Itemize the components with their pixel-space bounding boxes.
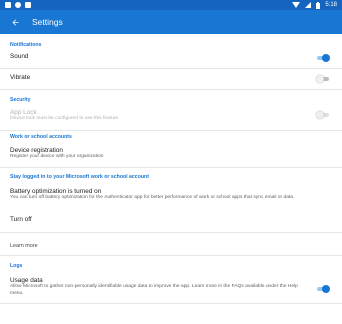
divider [0,303,342,304]
device-registration-subtitle: Register your device with your organizat… [10,154,104,159]
setting-row-app-lock[interactable]: App Lock Device lock must be configured … [0,103,342,126]
usage-data-subtitle: Allow Microsoft to gather non-personally… [10,284,298,296]
settings-list: Notifications Sound Vibrate Security App… [0,34,342,304]
status-bar: 5:18 [0,0,342,10]
status-time: 5:18 [325,2,337,8]
back-button[interactable] [8,15,22,29]
divider [0,130,342,131]
setting-row-device-registration[interactable]: Device registration Register your device… [0,140,342,165]
divider [0,89,342,90]
turn-off-button[interactable]: Turn off [0,204,342,226]
sound-label: Sound [10,53,29,60]
sound-toggle[interactable] [316,54,330,62]
status-right-icons: 5:18 [292,1,337,9]
signal-icon [305,2,312,8]
usage-data-label: Usage data [10,277,43,284]
document-icon [25,2,31,8]
app-lock-subtitle: Device lock must be configured to use th… [10,116,119,121]
turn-off-label: Turn off [10,216,32,223]
toggle-thumb [322,285,330,293]
app-lock-label: App Lock [10,109,37,116]
app-bar: Settings [0,10,342,34]
divider [0,167,342,168]
vibrate-label: Vibrate [10,74,31,81]
toggle-thumb [322,54,330,62]
battery-optimization-label: Battery optimization is turned on [10,188,102,195]
arrow-back-icon [12,19,18,25]
battery-optimization-subtitle: You can turn off battery optimization fo… [10,195,295,200]
wifi-icon [292,2,301,8]
usage-data-toggle[interactable] [316,285,330,293]
setting-row-usage-data[interactable]: Usage data Allow Microsoft to gather non… [0,269,342,301]
page-title: Settings [32,17,63,27]
setting-row-vibrate[interactable]: Vibrate [0,69,342,89]
learn-more-link[interactable]: Learn more [0,243,342,249]
device-registration-label: Device registration [10,147,63,154]
vibrate-toggle[interactable] [316,75,330,83]
toggle-thumb [316,75,324,83]
notification-icon [5,2,11,8]
setting-row-sound[interactable]: Sound [0,48,342,68]
toggle-thumb [316,111,324,119]
divider [0,255,342,256]
app-lock-toggle[interactable] [316,111,330,119]
status-left-icons [5,2,31,8]
setting-row-battery-optimization: Battery optimization is turned on You ca… [0,180,342,204]
battery-icon [316,1,321,9]
sync-icon [15,2,21,8]
divider [0,232,342,233]
